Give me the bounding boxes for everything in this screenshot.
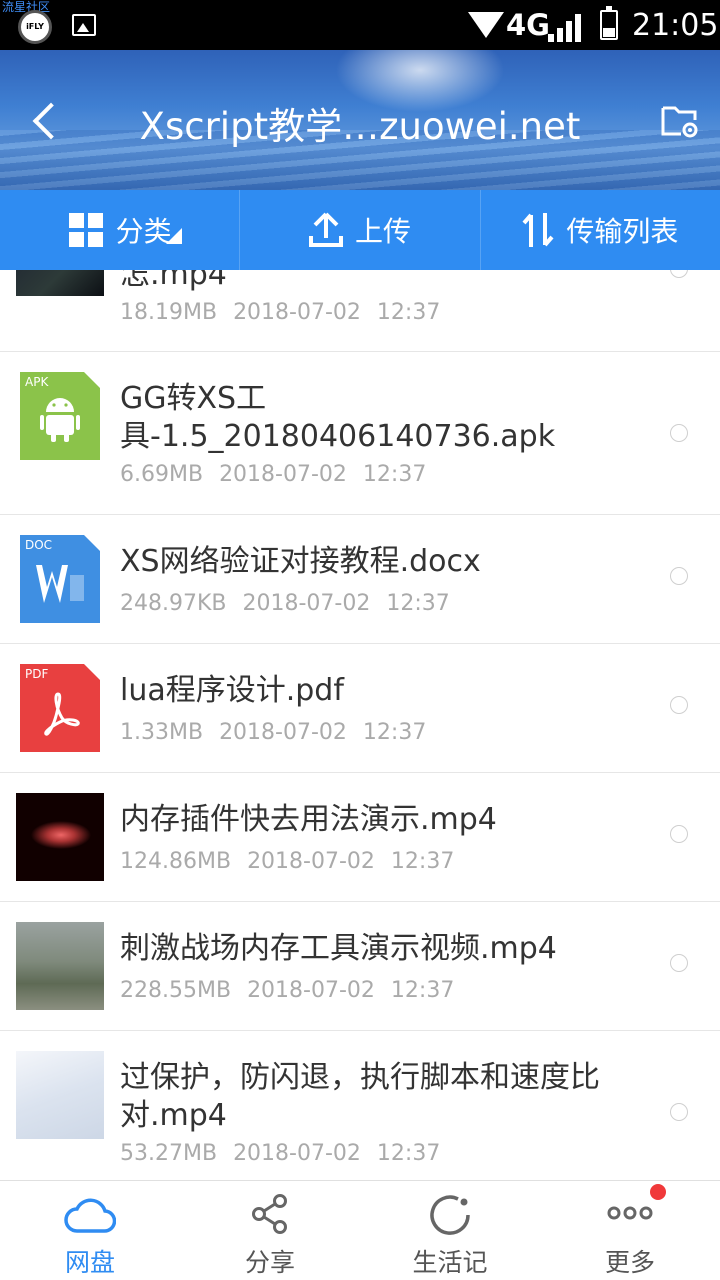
- apk-file-icon: APK: [20, 372, 100, 460]
- nav-item-share[interactable]: 分享: [180, 1181, 360, 1280]
- select-radio[interactable]: [670, 825, 688, 843]
- file-name: GG转XS工具-1.5_20180406140736.apk: [120, 381, 556, 454]
- pdf-file-icon: PDF: [20, 664, 100, 752]
- network-type: 4G: [506, 8, 550, 42]
- signal-icon: [548, 12, 584, 42]
- select-radio[interactable]: [670, 424, 688, 442]
- nav-item-more[interactable]: 更多: [540, 1181, 720, 1280]
- file-date: 2018-07-02: [247, 849, 375, 874]
- status-time: 21:05: [632, 8, 719, 43]
- file-row[interactable]: 内存插件快去用法演示.mp4 124.86MB 2018-07-02 12:37: [0, 773, 720, 902]
- nav-label: 分享: [244, 1248, 295, 1277]
- life-record-icon: [430, 1195, 470, 1235]
- transfer-icon: [522, 213, 554, 247]
- file-size: 1.33MB: [120, 720, 204, 745]
- notification-dot: [650, 1184, 666, 1200]
- video-thumbnail: [16, 1051, 104, 1139]
- file-date: 2018-07-02: [242, 591, 371, 616]
- classify-label: 分类: [115, 215, 172, 248]
- grid-icon: [68, 213, 103, 247]
- video-thumbnail: [16, 922, 104, 1010]
- file-meta: 248.97KB 2018-07-02 12:37: [120, 591, 450, 616]
- file-size: 53.27MB: [120, 1141, 218, 1166]
- file-time: 12:37: [362, 720, 427, 745]
- upload-label: 上传: [354, 215, 411, 248]
- file-time: 12:37: [376, 1141, 441, 1166]
- android-icon: [40, 398, 80, 442]
- select-radio[interactable]: [670, 270, 688, 278]
- page-title: Xscript教学…zuowei.net: [139, 105, 581, 148]
- nav-item-cloud-disk[interactable]: 网盘: [0, 1181, 180, 1280]
- file-time: 12:37: [362, 462, 427, 487]
- nav-label: 生活记: [412, 1248, 488, 1277]
- file-size: 124.86MB: [120, 849, 232, 874]
- file-date: 2018-07-02: [219, 462, 347, 487]
- classify-button[interactable]: 分类: [0, 190, 241, 270]
- status-bar: 流星社区 iFLY 4G 21:05: [0, 0, 720, 50]
- nav-label: 网盘: [64, 1248, 115, 1277]
- file-size: 18.19MB: [120, 300, 218, 325]
- file-meta: 228.55MB 2018-07-02 12:37: [120, 978, 454, 1003]
- video-thumbnail: [16, 270, 104, 296]
- doc-file-icon: DOC: [20, 535, 100, 623]
- ifly-icon-text: iFLY: [26, 22, 44, 31]
- select-radio[interactable]: [670, 567, 688, 585]
- file-size: 6.69MB: [120, 462, 204, 487]
- file-date: 2018-07-02: [233, 300, 361, 325]
- folder-settings-icon[interactable]: [660, 100, 700, 140]
- file-list: 怎.mp4 18.19MB 2018-07-02 12:37 APK GG转XS…: [0, 270, 720, 1180]
- acrobat-icon: [44, 692, 80, 736]
- file-name: XS网络验证对接教程.docx: [120, 544, 481, 579]
- file-meta: 124.86MB 2018-07-02 12:37: [120, 849, 454, 874]
- action-toolbar: 分类 上传 传输列表: [0, 190, 720, 270]
- back-arrow-icon[interactable]: [22, 90, 68, 150]
- file-meta: 18.19MB 2018-07-02 12:37: [120, 300, 440, 325]
- transfer-list-label: 传输列表: [566, 215, 679, 248]
- nav-label: 更多: [604, 1248, 655, 1277]
- file-name: 内存插件快去用法演示.mp4: [120, 802, 497, 837]
- upload-button[interactable]: 上传: [240, 190, 481, 270]
- file-row[interactable]: 怎.mp4 18.19MB 2018-07-02 12:37: [0, 270, 720, 352]
- file-size: 248.97KB: [120, 591, 227, 616]
- word-icon: [36, 565, 84, 603]
- wifi-icon: [468, 12, 504, 38]
- file-name: 怎.mp4: [120, 270, 227, 292]
- file-name: 刺激战场内存工具演示视频.mp4: [120, 931, 557, 966]
- file-time: 12:37: [390, 978, 455, 1003]
- file-date: 2018-07-02: [233, 1141, 361, 1166]
- upload-icon: [308, 212, 343, 247]
- file-time: 12:37: [390, 849, 455, 874]
- file-meta: 6.69MB 2018-07-02 12:37: [120, 462, 426, 487]
- more-icon: [607, 1206, 653, 1220]
- file-row[interactable]: 刺激战场内存工具演示视频.mp4 228.55MB 2018-07-02 12:37: [0, 902, 720, 1031]
- file-row[interactable]: DOC XS网络验证对接教程.docx 248.97KB 2018-07-02 12…: [0, 515, 720, 644]
- file-time: 12:37: [376, 300, 441, 325]
- file-size: 228.55MB: [120, 978, 232, 1003]
- select-radio[interactable]: [670, 696, 688, 714]
- file-name: 过保护，防闪退，执行脚本和速度比对.mp4: [120, 1060, 600, 1133]
- header-banner: Xscript教学…zuowei.net: [0, 50, 720, 190]
- share-icon: [252, 1194, 287, 1234]
- file-row[interactable]: 过保护，防闪退，执行脚本和速度比对.mp4 53.27MB 2018-07-02 1…: [0, 1031, 720, 1180]
- image-notification-icon: [72, 14, 96, 36]
- file-date: 2018-07-02: [219, 720, 347, 745]
- cloud-icon: [64, 1198, 116, 1233]
- dropdown-triangle-icon: [166, 228, 182, 244]
- file-row[interactable]: PDF lua程序设计.pdf 1.33MB 2018-07-02 12:37: [0, 644, 720, 773]
- file-meta: 53.27MB 2018-07-02 12:37: [120, 1141, 440, 1166]
- file-name: lua程序设计.pdf: [120, 673, 344, 708]
- file-time: 12:37: [386, 591, 450, 616]
- nav-item-life-record[interactable]: 生活记: [360, 1181, 540, 1280]
- file-row[interactable]: APK GG转XS工具-1.5_20180406140736.apk 6.69M…: [0, 352, 720, 515]
- bottom-nav: 网盘 分享 生活记 更多: [0, 1180, 720, 1280]
- file-meta: 1.33MB 2018-07-02 12:37: [120, 720, 426, 745]
- transfer-list-button[interactable]: 传输列表: [481, 190, 720, 270]
- app-root: 流星社区 iFLY 4G 21:05 Xscript教学…zuowei.net: [0, 0, 720, 1280]
- video-thumbnail: [16, 793, 104, 881]
- select-radio[interactable]: [670, 954, 688, 972]
- ifly-app-icon: iFLY: [18, 10, 52, 44]
- file-date: 2018-07-02: [247, 978, 375, 1003]
- battery-icon: [600, 6, 618, 40]
- select-radio[interactable]: [670, 1103, 688, 1121]
